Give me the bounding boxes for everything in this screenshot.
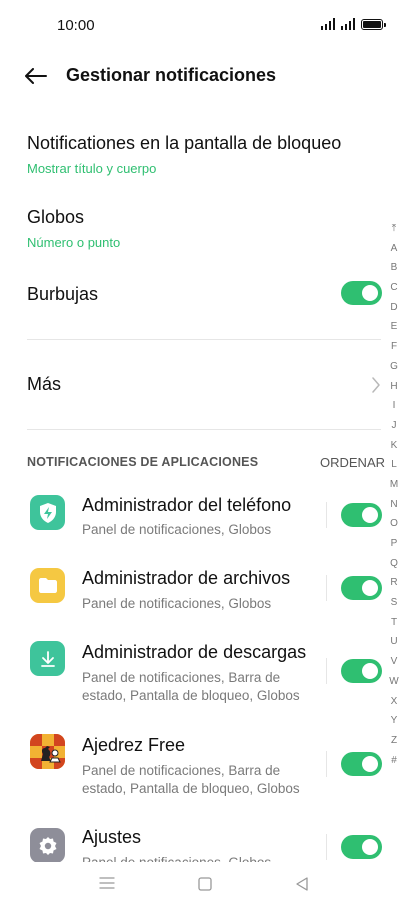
alphabet-index-letter[interactable]: G (390, 357, 398, 377)
badges-setting[interactable]: Globos Número o punto (27, 207, 120, 250)
alphabet-index-letter[interactable]: R (390, 573, 397, 593)
alphabet-index-letter[interactable]: W (389, 672, 398, 692)
chevron-right-icon (372, 377, 380, 393)
bubbles-setting: Burbujas (27, 284, 98, 305)
alphabet-index-letter[interactable]: T (391, 613, 397, 633)
app-desc: Panel de notificaciones, Globos (82, 854, 312, 862)
alphabet-index-letter[interactable]: N (390, 495, 397, 515)
alphabet-index-letter[interactable]: K (391, 436, 398, 456)
folder-icon (30, 568, 65, 603)
app-name: Administrador de archivos (82, 568, 291, 588)
app-toggle[interactable] (341, 576, 382, 600)
app-name: Ajustes (82, 827, 142, 847)
menu-icon (99, 877, 115, 889)
app-toggle[interactable] (341, 752, 382, 776)
alphabet-index[interactable]: ⤒ A B C D E F G H I J K L M N O P Q R S T U V W X Y Z # (388, 219, 400, 770)
alphabet-index-letter[interactable]: U (390, 632, 397, 652)
app-desc: Panel de notificaciones, Globos (82, 596, 272, 611)
app-name: Administrador de descargas (82, 642, 307, 662)
bubbles-toggle[interactable] (341, 281, 382, 305)
chess-icon (30, 734, 65, 769)
alphabet-index-letter[interactable]: Y (391, 711, 398, 731)
back-arrow-icon (25, 68, 47, 84)
app-desc: Panel de notificaciones, Barra de estado… (82, 763, 300, 796)
alphabet-index-letter[interactable]: # (391, 751, 397, 771)
separator (326, 575, 327, 601)
alphabet-index-letter[interactable]: H (390, 377, 397, 397)
alphabet-index-letter[interactable]: X (391, 692, 398, 712)
alphabet-index-letter[interactable]: C (390, 278, 397, 298)
alphabet-index-letter[interactable]: V (391, 652, 398, 672)
alphabet-index-letter[interactable]: O (390, 514, 398, 534)
menu-button[interactable] (98, 876, 116, 895)
alphabet-index-letter[interactable]: J (392, 416, 397, 436)
shield-bolt-icon (30, 495, 65, 530)
app-desc: Panel de notificaciones, Barra de estado… (82, 670, 300, 703)
separator (326, 658, 327, 684)
back-button[interactable] (22, 62, 50, 90)
alphabet-index-letter[interactable]: S (391, 593, 398, 613)
alphabet-index-letter[interactable]: D (390, 298, 397, 318)
alphabet-index-letter[interactable]: I (393, 396, 396, 416)
separator (326, 834, 327, 860)
badges-title: Globos (27, 207, 85, 227)
more-row[interactable]: Más (27, 340, 381, 428)
app-toggle[interactable] (341, 503, 382, 527)
app-desc: Panel de notificaciones, Globos (82, 522, 272, 537)
gear-icon (30, 828, 65, 862)
app-toggle[interactable] (341, 835, 382, 859)
signal-1-icon (321, 18, 335, 30)
separator (326, 751, 327, 777)
app-toggle[interactable] (341, 659, 382, 683)
lock-screen-value: Mostrar título y cuerpo (27, 161, 157, 176)
alphabet-index-letter[interactable]: A (391, 239, 398, 259)
badges-value: Número o punto (27, 235, 121, 250)
download-icon (30, 641, 65, 676)
alphabet-index-letter[interactable]: E (391, 317, 398, 337)
sort-button[interactable]: ORDENAR (320, 455, 385, 470)
separator (326, 502, 327, 528)
app-name: Administrador del teléfono (82, 495, 292, 515)
back-triangle-icon (296, 877, 308, 891)
app-notifications-header: NOTIFICACIONES DE APLICACIONES (27, 455, 259, 469)
battery-icon (361, 19, 386, 30)
alphabet-index-letter[interactable]: Z (391, 731, 397, 751)
status-time: 10:00 (57, 17, 95, 34)
alphabet-index-letter[interactable]: F (391, 337, 397, 357)
status-bar: 10:00 (0, 0, 409, 50)
status-icons (321, 18, 386, 30)
home-button[interactable] (197, 876, 213, 897)
app-name: Ajedrez Free (82, 735, 186, 755)
bubbles-title: Burbujas (27, 284, 99, 304)
header: Gestionar notificaciones (0, 60, 409, 92)
signal-2-icon (341, 18, 355, 30)
navigation-bar (0, 862, 409, 910)
page-title: Gestionar notificaciones (66, 65, 277, 85)
alphabet-index-letter[interactable]: M (390, 475, 398, 495)
divider (27, 429, 381, 430)
alphabet-index-letter[interactable]: L (391, 455, 397, 475)
home-square-icon (198, 877, 212, 891)
alphabet-index-letter[interactable]: B (391, 258, 398, 278)
alphabet-index-letter[interactable]: ⤒ (392, 219, 396, 239)
alphabet-index-letter[interactable]: P (391, 534, 398, 554)
more-label: Más (27, 374, 62, 394)
scroll-content: 10:00 Gestionar notificaciones Notificat… (0, 0, 409, 862)
alphabet-index-letter[interactable]: Q (390, 554, 398, 574)
back-nav-button[interactable] (294, 876, 310, 897)
lock-screen-notifications-setting[interactable]: Notificationes en la pantalla de bloqueo… (27, 133, 341, 176)
lock-screen-title: Notificationes en la pantalla de bloqueo (27, 133, 342, 153)
